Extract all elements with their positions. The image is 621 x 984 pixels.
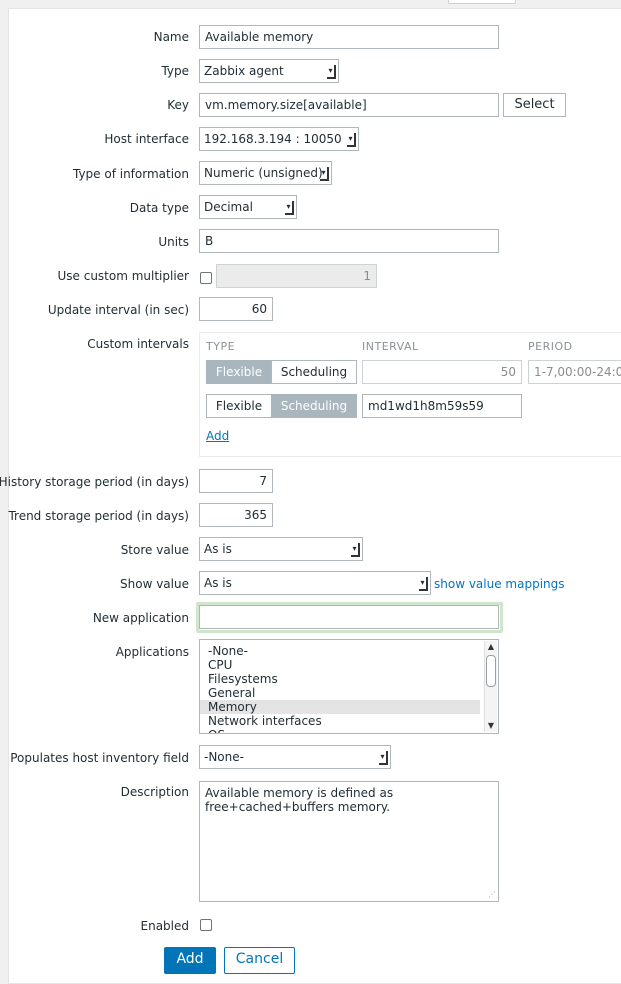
new-application-label: New application (92, 611, 189, 625)
description-label: Description (120, 785, 189, 799)
custom-multiplier-input[interactable]: 1 (216, 264, 377, 288)
row2-scheduling-toggle[interactable]: Scheduling (271, 394, 357, 418)
host-interface-value: 192.168.3.194 : 10050 (204, 132, 342, 146)
name-input[interactable]: Available memory (199, 25, 499, 49)
applications-listbox[interactable]: -None- CPU Filesystems General Memory Ne… (199, 639, 499, 734)
update-interval-label: Update interval (in sec) (47, 303, 189, 317)
units-label: Units (158, 235, 189, 249)
history-label: History storage period (in days) (0, 475, 189, 489)
col-type-header: TYPE (206, 340, 236, 353)
new-application-input[interactable] (199, 605, 499, 629)
list-item[interactable]: Network interfaces (200, 714, 498, 728)
inventory-select[interactable]: -None- (199, 745, 391, 769)
row1-interval-input[interactable]: 50 (362, 360, 522, 384)
data-type-value: Decimal (204, 200, 253, 214)
applications-scrollbar[interactable]: ▲ ▼ (484, 641, 497, 732)
data-type-select[interactable]: Decimal (199, 195, 297, 219)
top-toolbar-button[interactable] (448, 0, 516, 4)
enabled-checkbox[interactable] (200, 919, 212, 931)
description-text: Available memory is defined as free+cach… (205, 786, 394, 814)
description-textarea[interactable]: Available memory is defined as free+cach… (199, 781, 499, 902)
key-label: Key (167, 98, 189, 112)
type-of-information-label: Type of information (72, 167, 189, 181)
chevron-down-icon (285, 201, 294, 215)
row2-flexible-toggle[interactable]: Flexible (206, 394, 272, 418)
list-item[interactable]: CPU (200, 658, 498, 672)
resize-grip-icon[interactable]: ⋰ (488, 891, 496, 899)
custom-multiplier-label: Use custom multiplier (57, 269, 189, 283)
inventory-label: Populates host inventory field (10, 751, 189, 765)
type-label: Type (161, 64, 189, 78)
type-select-value: Zabbix agent (204, 64, 284, 78)
store-value-value: As is (204, 542, 232, 556)
list-item[interactable]: Filesystems (200, 672, 498, 686)
store-value-select[interactable]: As is (199, 537, 363, 561)
update-interval-input[interactable]: 60 (199, 297, 273, 321)
col-interval-header: INTERVAL (362, 340, 419, 353)
applications-options: -None- CPU Filesystems General Memory Ne… (200, 640, 498, 733)
custom-intervals-table: TYPE INTERVAL PERIOD Flexible Scheduling… (199, 332, 621, 457)
scroll-up-icon[interactable]: ▲ (486, 642, 496, 652)
list-item-selected[interactable]: Memory (200, 700, 480, 714)
row1-period-input[interactable]: 1-7,00:00-24:00 (528, 360, 621, 384)
row2-interval-input[interactable]: md1wd1h8m59s59 (362, 394, 522, 418)
list-item[interactable]: OS (200, 728, 498, 733)
chevron-down-icon (351, 543, 360, 557)
custom-multiplier-checkbox[interactable] (200, 272, 212, 284)
type-of-information-select[interactable]: Numeric (unsigned) (199, 161, 332, 185)
row1-flexible-toggle[interactable]: Flexible (206, 360, 272, 384)
trend-input[interactable]: 365 (199, 503, 273, 527)
list-item[interactable]: -None- (200, 644, 498, 658)
scrollbar-thumb[interactable] (486, 655, 496, 687)
col-period-header: PERIOD (528, 340, 573, 353)
key-select-button[interactable]: Select (503, 93, 566, 117)
cancel-button[interactable]: Cancel (224, 947, 295, 974)
host-interface-select[interactable]: 192.168.3.194 : 10050 (199, 127, 359, 151)
add-interval-link[interactable]: Add (206, 429, 229, 443)
units-input[interactable]: B (199, 229, 499, 253)
chevron-down-icon (327, 65, 336, 79)
applications-label: Applications (115, 645, 189, 659)
key-input[interactable]: vm.memory.size[available] (199, 93, 499, 117)
chevron-down-icon (379, 751, 388, 765)
chevron-down-icon (320, 167, 329, 181)
chevron-down-icon (347, 133, 356, 147)
show-value-mappings-link[interactable]: show value mappings (434, 577, 565, 591)
scroll-down-icon[interactable]: ▼ (486, 721, 496, 731)
type-select[interactable]: Zabbix agent (199, 59, 339, 83)
type-of-information-value: Numeric (unsigned) (204, 166, 323, 180)
data-type-label: Data type (129, 201, 189, 215)
history-input[interactable]: 7 (199, 469, 273, 493)
host-interface-label: Host interface (104, 132, 189, 146)
chevron-down-icon (419, 577, 428, 591)
name-label: Name (153, 30, 189, 44)
enabled-label: Enabled (140, 919, 190, 933)
row1-scheduling-toggle[interactable]: Scheduling (271, 360, 357, 384)
inventory-value: -None- (204, 750, 244, 764)
custom-intervals-label: Custom intervals (87, 337, 189, 351)
add-button[interactable]: Add (164, 947, 216, 974)
trend-label: Trend storage period (in days) (8, 509, 189, 523)
show-value-select[interactable]: As is (199, 571, 431, 595)
show-value-value: As is (204, 576, 232, 590)
show-value-label: Show value (120, 577, 189, 591)
store-value-label: Store value (120, 543, 189, 557)
list-item[interactable]: General (200, 686, 498, 700)
